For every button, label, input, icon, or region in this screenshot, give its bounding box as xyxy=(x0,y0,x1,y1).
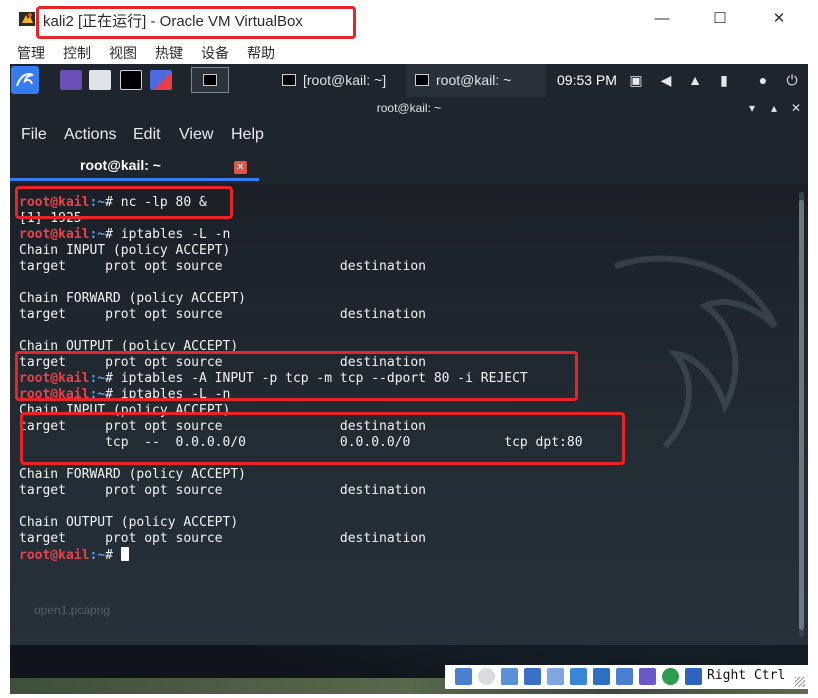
terminal-menubar: File Actions Edit View Help xyxy=(10,119,808,153)
optical-drive-icon[interactable] xyxy=(478,668,495,685)
terminal-tab-label: root@kail: ~ xyxy=(80,157,161,173)
taskbar-item-label: root@kail: ~ xyxy=(436,72,512,88)
volume-icon[interactable]: ◀ xyxy=(658,72,674,88)
menu-hotkeys[interactable]: 热键 xyxy=(155,43,183,63)
keyboard-capture-icon[interactable] xyxy=(685,668,702,685)
host-key-label: Right Ctrl xyxy=(707,668,786,683)
terminal-output-line: target prot opt source destination xyxy=(19,531,426,547)
menu-help[interactable]: 帮助 xyxy=(247,43,275,63)
terminal-output-line: target prot opt source destination xyxy=(19,307,426,323)
annotation-box-rule xyxy=(20,412,625,465)
battery-icon[interactable]: ▮ xyxy=(716,72,732,88)
prompt-symbol: # xyxy=(105,548,121,563)
scrollbar-thumb[interactable] xyxy=(799,200,804,630)
output-text: Chain OUTPUT (policy ACCEPT) xyxy=(19,515,239,530)
terminal-launcher-icon[interactable] xyxy=(120,70,142,90)
display-icon[interactable] xyxy=(593,668,610,685)
terminal-output-line: Chain FORWARD (policy ACCEPT) xyxy=(19,467,246,483)
display-icon[interactable]: ▣ xyxy=(628,72,644,88)
annotation-box-nc xyxy=(15,186,233,219)
kali-menu-button[interactable] xyxy=(11,66,39,94)
terminal-minimize-icon[interactable]: ▾ xyxy=(744,100,760,116)
minimize-button[interactable]: — xyxy=(648,8,676,30)
terminal-icon xyxy=(203,74,217,86)
workspace-switcher-icon[interactable] xyxy=(60,70,82,90)
terminal-titlebar[interactable]: root@kail: ~ ▾ ▴ ✕ xyxy=(10,97,808,119)
annotation-box-title xyxy=(36,6,356,39)
text-cursor xyxy=(120,547,129,561)
terminal-tab[interactable]: root@kail: ~ ✕ xyxy=(10,153,259,181)
terminal-icon xyxy=(282,74,296,86)
prompt-path: :~ xyxy=(89,227,106,242)
xfce-panel: [root@kail: ~] root@kail: ~ 09:53 PM ▣ ◀… xyxy=(10,64,808,97)
terminal-title: root@kail: ~ xyxy=(376,101,442,115)
terminal-output-line: target prot opt source destination xyxy=(19,259,426,275)
menu-control[interactable]: 控制 xyxy=(63,43,91,63)
menu-manage[interactable]: 管理 xyxy=(17,43,45,63)
command-text: iptables -L -n xyxy=(120,227,231,242)
taskbar-item-terminal-2[interactable]: root@kail: ~ xyxy=(406,64,546,97)
terminal-menu-edit[interactable]: Edit xyxy=(133,126,161,144)
panel-clock[interactable]: 09:53 PM xyxy=(557,64,617,97)
close-button[interactable]: ✕ xyxy=(765,8,793,30)
vbox-statusbar: Right Ctrl xyxy=(445,665,810,689)
output-text: Chain FORWARD (policy ACCEPT) xyxy=(19,467,246,482)
resize-grip[interactable] xyxy=(795,677,805,687)
prompt-symbol: # xyxy=(105,227,121,242)
network-icon[interactable] xyxy=(524,668,541,685)
virtualbox-app-icon xyxy=(19,12,35,26)
usb-icon[interactable] xyxy=(547,668,564,685)
hard-disk-icon[interactable] xyxy=(455,668,472,685)
output-text: target prot opt source destination xyxy=(19,483,426,498)
mouse-integration-icon[interactable] xyxy=(662,668,679,685)
terminal-output-line: target prot opt source destination xyxy=(19,483,426,499)
terminal-command-line: root@kail:~# xyxy=(19,547,129,563)
prompt-path: :~ xyxy=(89,548,106,563)
show-desktop-button[interactable] xyxy=(191,67,229,93)
kali-dragon-icon xyxy=(16,73,34,87)
output-text: target prot opt source destination xyxy=(19,307,426,322)
terminal-command-line: root@kail:~# iptables -L -n xyxy=(19,227,230,243)
terminal-menu-file[interactable]: File xyxy=(21,126,47,144)
output-text: Chain INPUT (policy ACCEPT) xyxy=(19,243,231,258)
lock-screen-icon[interactable]: ● xyxy=(755,72,771,88)
kali-dragon-watermark xyxy=(614,255,778,449)
output-text: target prot opt source destination xyxy=(19,259,426,274)
power-icon[interactable]: ⏻ xyxy=(784,72,800,88)
desktop-file-label[interactable]: open1.pcapng xyxy=(34,603,110,617)
file-manager-icon[interactable] xyxy=(89,70,111,90)
terminal-close-icon[interactable]: ✕ xyxy=(788,100,804,116)
output-text: target prot opt source destination xyxy=(19,531,426,546)
tab-close-icon[interactable]: ✕ xyxy=(234,161,247,174)
terminal-menu-actions[interactable]: Actions xyxy=(64,126,116,144)
annotation-box-iptables-append xyxy=(15,351,578,401)
maximize-button[interactable]: ☐ xyxy=(706,8,734,30)
terminal-output-line: Chain FORWARD (policy ACCEPT) xyxy=(19,291,246,307)
notification-bell-icon[interactable]: ▲ xyxy=(687,72,703,88)
terminal-icon xyxy=(415,74,429,86)
menu-view[interactable]: 视图 xyxy=(109,43,137,63)
prompt-user: root@kail xyxy=(19,227,90,242)
terminal-scrollbar[interactable] xyxy=(799,192,804,637)
recording-icon[interactable] xyxy=(616,668,633,685)
terminal-output-line: Chain INPUT (policy ACCEPT) xyxy=(19,243,230,259)
menu-devices[interactable]: 设备 xyxy=(201,43,229,63)
terminal-maximize-icon[interactable]: ▴ xyxy=(766,100,782,116)
terminal-menu-help[interactable]: Help xyxy=(231,126,264,144)
taskbar-item-label: [root@kail: ~] xyxy=(303,72,387,88)
output-text: Chain FORWARD (policy ACCEPT) xyxy=(19,291,246,306)
browser-launcher-icon[interactable] xyxy=(150,70,172,90)
terminal-output-line: Chain OUTPUT (policy ACCEPT) xyxy=(19,515,238,531)
terminal-menu-view[interactable]: View xyxy=(179,126,213,144)
vbox-titlebar: kali2 [正在运行] - Oracle VM VirtualBox — ☐ … xyxy=(0,0,818,40)
prompt-user: root@kail xyxy=(19,548,90,563)
audio-icon[interactable] xyxy=(501,668,518,685)
vbox-menubar: 管理 控制 视图 热键 设备 帮助 xyxy=(0,40,818,62)
shared-folders-icon[interactable] xyxy=(570,668,587,685)
cpu-icon[interactable] xyxy=(639,668,656,685)
taskbar-item-terminal-1[interactable]: [root@kail: ~] xyxy=(273,64,403,97)
